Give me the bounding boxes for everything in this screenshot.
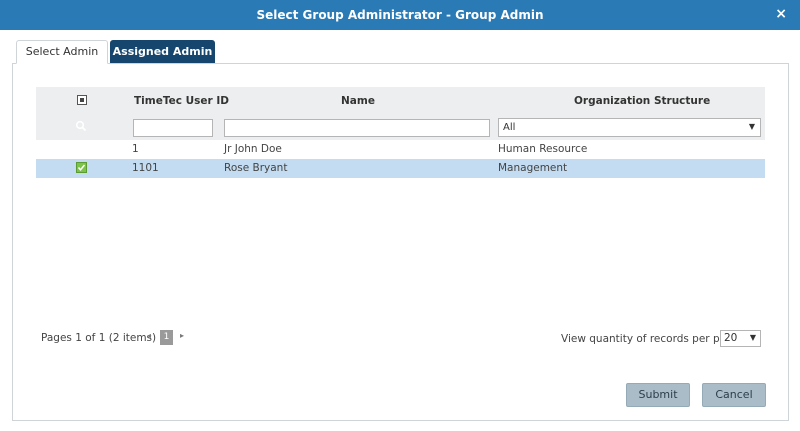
dialog-title: Select Group Administrator - Group Admin bbox=[256, 8, 544, 22]
checkmark-icon bbox=[77, 164, 86, 171]
search-icon bbox=[75, 120, 87, 132]
chevron-down-icon: ▼ bbox=[749, 333, 756, 342]
header-org-structure[interactable]: Organization Structure bbox=[574, 95, 710, 107]
per-page-label: View quantity of records per page bbox=[561, 333, 740, 345]
cell-name: Jr John Doe bbox=[224, 143, 282, 155]
per-page-value: 20 bbox=[724, 332, 738, 344]
org-filter-value: All bbox=[503, 122, 516, 133]
tab-assigned-admin[interactable]: Assigned Admin bbox=[110, 40, 215, 64]
cell-user-id: 1 bbox=[132, 143, 139, 155]
table-row-selected[interactable]: 1101 Rose Bryant Management bbox=[36, 159, 765, 178]
grid-filter-row: All ▼ bbox=[36, 115, 765, 140]
tab-select-admin[interactable]: Select Admin bbox=[16, 40, 108, 64]
cell-org: Management bbox=[498, 162, 568, 174]
cell-org: Human Resource bbox=[498, 143, 588, 155]
grid-header-row: TimeTec User ID Name Organization Struct… bbox=[36, 87, 765, 115]
admin-grid: TimeTec User ID Name Organization Struct… bbox=[36, 87, 765, 178]
close-icon[interactable]: × bbox=[775, 6, 787, 22]
pager-info: Pages 1 of 1 (2 items) bbox=[41, 332, 157, 344]
cell-user-id: 1101 bbox=[132, 162, 159, 174]
cell-name: Rose Bryant bbox=[224, 162, 288, 174]
per-page-select[interactable]: 20 ▼ bbox=[720, 330, 761, 347]
prev-page-icon[interactable]: ◂ bbox=[147, 331, 151, 340]
org-structure-filter-select[interactable]: All ▼ bbox=[498, 118, 761, 137]
name-filter-input[interactable] bbox=[224, 119, 490, 137]
user-id-filter-input[interactable] bbox=[133, 119, 213, 137]
chevron-down-icon: ▼ bbox=[748, 122, 755, 131]
page-number-button[interactable]: 1 bbox=[160, 330, 173, 345]
dialog-titlebar: Select Group Administrator - Group Admin… bbox=[0, 0, 800, 30]
submit-button[interactable]: Submit bbox=[626, 383, 690, 407]
cancel-button[interactable]: Cancel bbox=[702, 383, 766, 407]
header-name[interactable]: Name bbox=[341, 95, 375, 107]
row-checkbox-checked[interactable] bbox=[76, 162, 87, 173]
next-page-icon[interactable]: ▸ bbox=[180, 331, 184, 340]
select-all-checkbox[interactable] bbox=[77, 95, 87, 105]
header-user-id[interactable]: TimeTec User ID bbox=[134, 95, 229, 107]
table-row[interactable]: 1 Jr John Doe Human Resource bbox=[36, 140, 765, 159]
